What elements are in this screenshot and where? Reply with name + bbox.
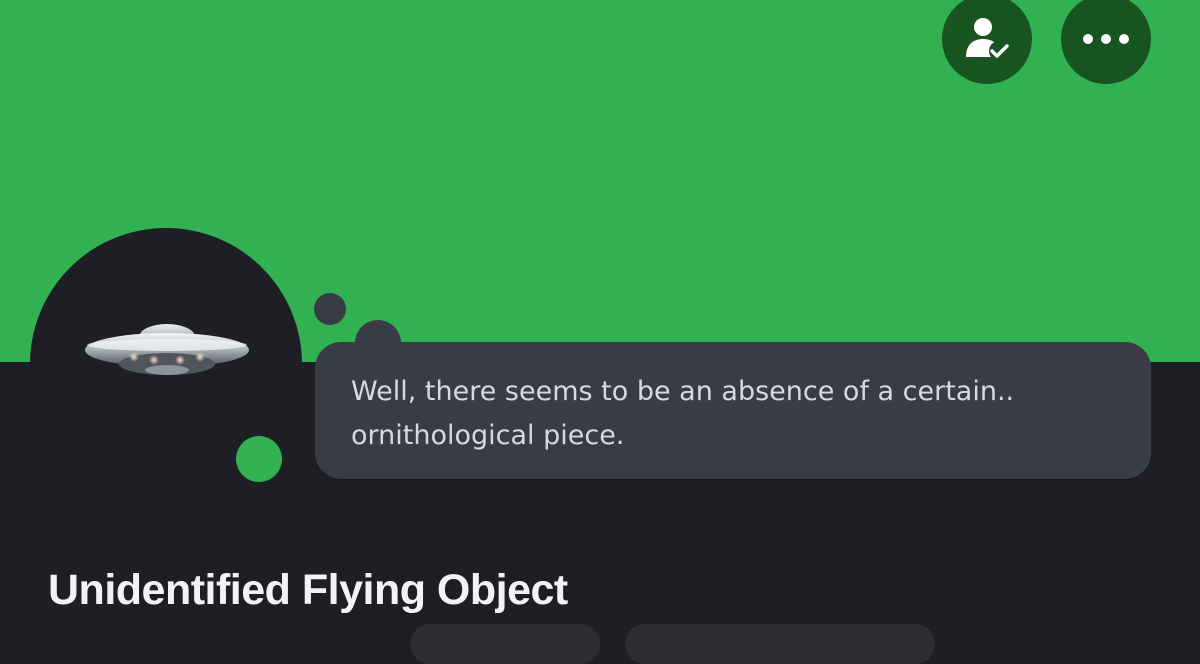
- online-status-indicator: [236, 436, 282, 482]
- friend-check-icon: [966, 18, 1009, 61]
- more-options-button[interactable]: [1061, 0, 1151, 84]
- more-dots-icon: [1083, 34, 1129, 44]
- custom-status-bubble[interactable]: Well, there seems to be an absence of a …: [315, 342, 1151, 479]
- thought-bubble-dot-small: [314, 293, 346, 325]
- profile-badge-chip[interactable]: [625, 624, 935, 664]
- friend-status-button[interactable]: [942, 0, 1032, 84]
- profile-badge-chip[interactable]: [410, 624, 600, 664]
- custom-status-text: Well, there seems to be an absence of a …: [351, 376, 1015, 451]
- display-name: Unidentified Flying Object: [48, 566, 568, 614]
